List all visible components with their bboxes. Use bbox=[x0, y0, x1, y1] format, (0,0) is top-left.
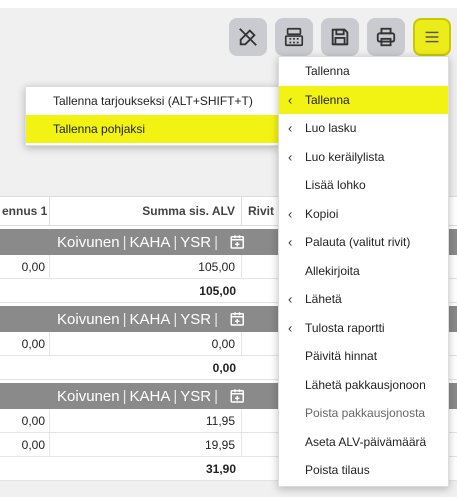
menu-item-return[interactable]: ‹ Palauta (valitut rivit) bbox=[279, 228, 448, 257]
calendar-add-icon[interactable] bbox=[229, 233, 247, 251]
menu-item-label: Luo keräilylista bbox=[305, 149, 385, 164]
menu-item-label: Palauta (valitut rivit) bbox=[305, 235, 411, 250]
menu-item-remove-from-packing[interactable]: Poista pakkausjonosta bbox=[279, 399, 448, 428]
menu-item-send[interactable]: ‹ Lähetä bbox=[279, 285, 448, 314]
menu-item-label: Allekirjoita bbox=[305, 263, 360, 278]
menu-item-label: Aseta ALV-päivämäärä bbox=[305, 434, 427, 449]
separator: | bbox=[122, 310, 127, 328]
separator: | bbox=[122, 387, 127, 405]
menu-item-label: Kopioi bbox=[305, 206, 339, 221]
cell: 0,00 bbox=[0, 255, 50, 278]
group-customer: Koivunen bbox=[57, 310, 120, 328]
menu-item-set-vat-date[interactable]: Aseta ALV-päivämäärä bbox=[279, 428, 448, 457]
separator: | bbox=[214, 233, 218, 251]
top-band bbox=[0, 0, 457, 8]
group-code: YSR bbox=[180, 310, 212, 328]
chevron-left-icon: ‹ bbox=[288, 92, 293, 108]
menu-item-label: Poista pakkausjonosta bbox=[305, 406, 426, 421]
menu-item-label: Luo lasku bbox=[305, 121, 357, 136]
cell: 0,00 bbox=[50, 332, 242, 355]
toolbar bbox=[229, 18, 451, 58]
menu-item-label: Poista tilaus bbox=[305, 463, 370, 478]
chevron-left-icon: ‹ bbox=[288, 206, 293, 222]
group-customer: Koivunen bbox=[57, 233, 120, 251]
calendar-add-icon[interactable] bbox=[229, 310, 247, 328]
hamburger-icon bbox=[425, 31, 439, 43]
menu-item-save[interactable]: Tallenna bbox=[279, 57, 448, 86]
group-code: KAHA bbox=[129, 310, 171, 328]
menu-item-save-as-offer[interactable]: Tallenna tarjoukseksi (ALT+SHIFT+T) bbox=[26, 87, 278, 115]
header-col-3[interactable]: Rivit bbox=[242, 204, 274, 218]
group-code: YSR bbox=[180, 233, 212, 251]
save-submenu: Tallenna tarjoukseksi (ALT+SHIFT+T) Tall… bbox=[25, 86, 279, 146]
header-col-1[interactable]: ennus 1 bbox=[0, 197, 50, 225]
menu-item-update-prices[interactable]: Päivitä hinnat bbox=[279, 342, 448, 371]
menu-item-label: Tallenna bbox=[305, 64, 350, 79]
edit-off-icon bbox=[239, 28, 257, 46]
chevron-left-icon: ‹ bbox=[288, 234, 293, 250]
edit-off-button[interactable] bbox=[229, 18, 267, 56]
menu-item-delete-order[interactable]: Poista tilaus bbox=[279, 456, 448, 485]
menu-item-label: Lisää lohko bbox=[305, 178, 366, 193]
cell: 0,00 bbox=[0, 409, 50, 432]
cell: 0,00 bbox=[0, 433, 50, 456]
menu-item-create-invoice[interactable]: ‹ Luo lasku bbox=[279, 114, 448, 143]
print-button[interactable] bbox=[367, 18, 405, 56]
group-sum: 0,00 bbox=[212, 360, 236, 375]
actions-menu: Tallenna ‹ Tallenna ‹ Luo lasku ‹ Luo keräi… bbox=[278, 56, 449, 487]
menu-item-save-submenu[interactable]: ‹ Tallenna bbox=[279, 85, 448, 114]
separator: | bbox=[122, 233, 127, 251]
calculator-icon bbox=[284, 27, 304, 47]
separator: | bbox=[214, 310, 218, 328]
cell: 0,00 bbox=[0, 332, 50, 355]
cell: 105,00 bbox=[50, 255, 242, 278]
printer-icon bbox=[376, 27, 396, 47]
cell bbox=[0, 457, 50, 480]
save-button[interactable] bbox=[321, 18, 359, 56]
group-code: KAHA bbox=[129, 387, 171, 405]
menu-item-label: Tulosta raportti bbox=[305, 320, 385, 335]
group-code: KAHA bbox=[129, 233, 171, 251]
group-sum: 31,90 bbox=[205, 461, 236, 476]
cell bbox=[0, 279, 50, 302]
separator: | bbox=[173, 233, 178, 251]
calculator-button[interactable] bbox=[275, 18, 313, 56]
menu-button[interactable] bbox=[413, 18, 451, 56]
separator: | bbox=[214, 387, 218, 405]
cell: 11,95 bbox=[50, 409, 242, 432]
menu-item-save-as-template[interactable]: Tallenna pohjaksi bbox=[26, 115, 278, 143]
menu-item-create-picklist[interactable]: ‹ Luo keräilylista bbox=[279, 143, 448, 172]
cell bbox=[0, 356, 50, 379]
menu-item-copy[interactable]: ‹ Kopioi bbox=[279, 200, 448, 229]
cell: 19,95 bbox=[50, 433, 242, 456]
group-code: YSR bbox=[180, 387, 212, 405]
save-icon bbox=[331, 28, 349, 46]
menu-item-label: Lähetä bbox=[305, 292, 342, 307]
menu-item-label: Lähetä pakkausjonoon bbox=[305, 377, 426, 392]
menu-item-label: Päivitä hinnat bbox=[305, 349, 378, 364]
chevron-left-icon: ‹ bbox=[288, 120, 293, 136]
chevron-left-icon: ‹ bbox=[288, 320, 293, 336]
menu-item-sign[interactable]: Allekirjoita bbox=[279, 257, 448, 286]
group-sum: 105,00 bbox=[199, 283, 236, 298]
group-customer: Koivunen bbox=[57, 387, 120, 405]
chevron-left-icon: ‹ bbox=[288, 149, 293, 165]
calendar-add-icon[interactable] bbox=[229, 387, 247, 405]
menu-item-label: Tallenna bbox=[305, 92, 350, 107]
chevron-left-icon: ‹ bbox=[288, 291, 293, 307]
menu-item-add-block[interactable]: Lisää lohko bbox=[279, 171, 448, 200]
header-col-2[interactable]: Summa sis. ALV bbox=[50, 197, 242, 225]
menu-item-send-to-packing[interactable]: Lähetä pakkausjonoon bbox=[279, 371, 448, 400]
menu-item-print-report[interactable]: ‹ Tulosta raportti bbox=[279, 314, 448, 343]
separator: | bbox=[173, 310, 178, 328]
separator: | bbox=[173, 387, 178, 405]
